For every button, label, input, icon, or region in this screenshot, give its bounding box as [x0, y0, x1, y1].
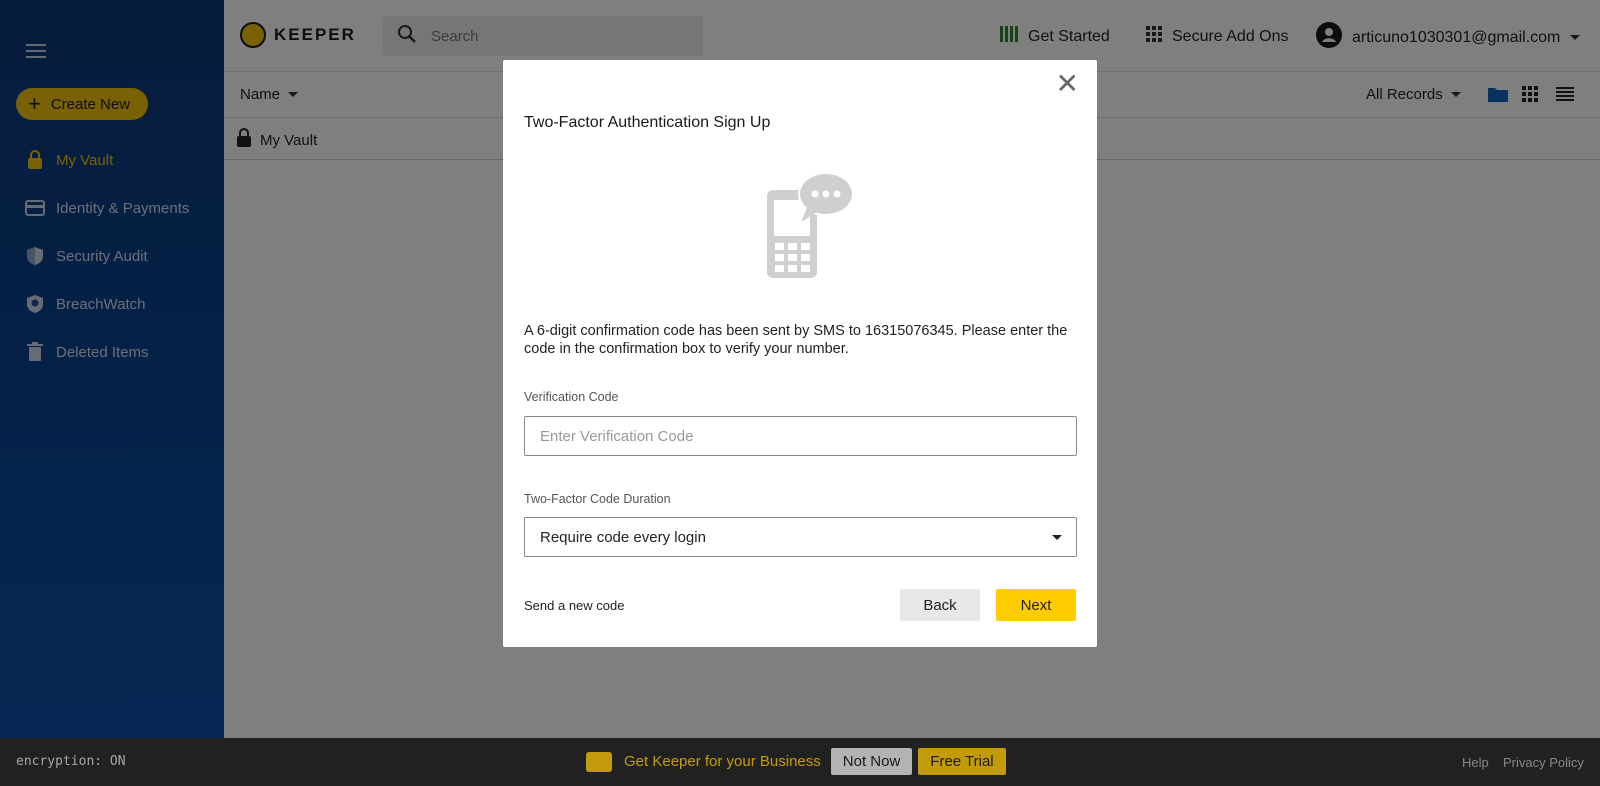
verification-code-input[interactable]: Enter Verification Code [524, 416, 1077, 456]
sms-confirmation-message: A 6-digit confirmation code has been sen… [524, 323, 1068, 357]
footer-dim [0, 738, 1600, 786]
chevron-down-icon [1052, 535, 1062, 540]
verification-code-label: Verification Code [524, 390, 619, 404]
code-duration-label: Two-Factor Code Duration [524, 492, 671, 506]
code-duration-select[interactable]: Require code every login [524, 517, 1077, 557]
next-button[interactable]: Next [996, 589, 1076, 621]
back-button[interactable]: Back [900, 589, 980, 621]
code-duration-value: Require code every login [540, 528, 706, 546]
verification-code-placeholder: Enter Verification Code [540, 427, 694, 445]
send-new-code-link[interactable]: Send a new code [524, 598, 624, 613]
dialog-title: Two-Factor Authentication Sign Up [524, 114, 771, 131]
close-icon[interactable]: ✕ [1056, 70, 1079, 98]
two-factor-dialog: ✕ Two-Factor Authentication Sign Up A 6-… [503, 60, 1097, 647]
sms-phone-icon [767, 172, 854, 278]
